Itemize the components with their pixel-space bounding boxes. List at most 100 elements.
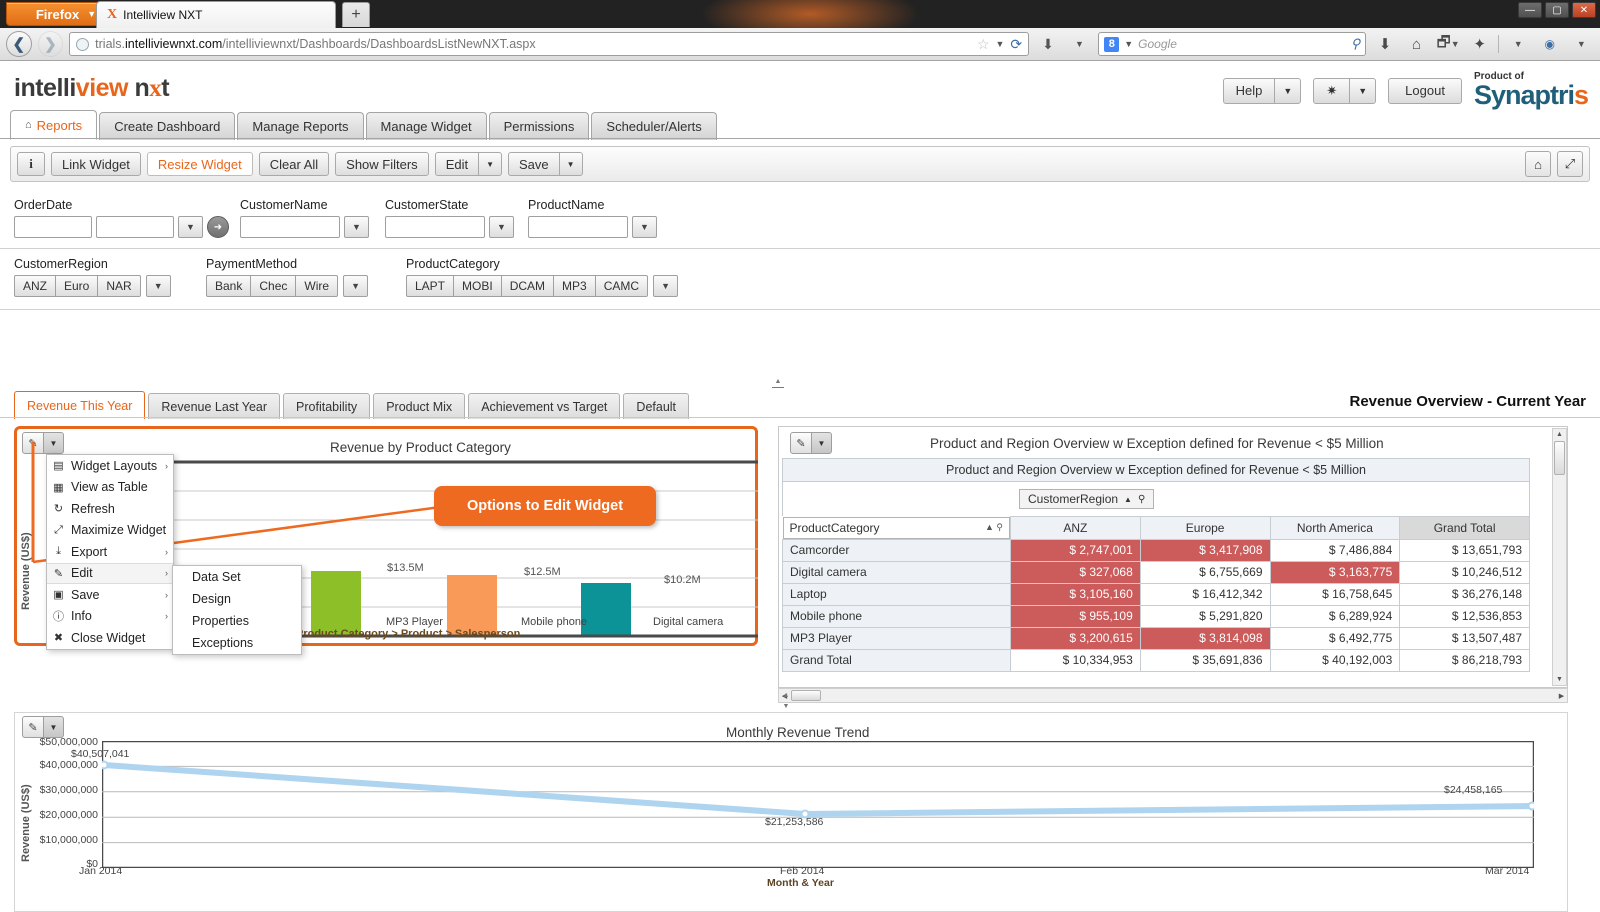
pivot-col-north-america[interactable]: North America	[1270, 517, 1400, 540]
window-maximize-button[interactable]: ▢	[1545, 2, 1569, 18]
category-dcam-button[interactable]: DCAM	[502, 275, 554, 297]
help-button[interactable]: Help	[1223, 78, 1275, 104]
browser-tab[interactable]: X Intelliview NXT	[96, 1, 336, 28]
orderdate-from-input[interactable]	[14, 216, 92, 238]
category-lapt-button[interactable]: LAPT	[406, 275, 454, 297]
filter-icon[interactable]: ⚲	[996, 522, 1003, 532]
submenu-item-exceptions[interactable]: Exceptions	[173, 632, 301, 654]
tab-permissions[interactable]: Permissions	[489, 112, 590, 140]
search-icon[interactable]: ⚲	[1351, 36, 1361, 52]
widget-a-menu-button[interactable]: ▼	[44, 432, 64, 454]
submenu-item-data-set[interactable]: Data Set	[173, 566, 301, 588]
dashboard-tab-default[interactable]: Default	[623, 393, 689, 419]
productname-input[interactable]	[528, 216, 628, 238]
payment-check-button[interactable]: Chec	[251, 275, 296, 297]
tab-reports[interactable]: ⌂ Reports	[10, 110, 97, 140]
chevron-down-icon[interactable]: ▼	[996, 39, 1005, 49]
pivot-column-field-chip[interactable]: CustomerRegion ▲ ⚲	[1019, 489, 1154, 509]
payment-bank-button[interactable]: Bank	[206, 275, 251, 297]
logout-button[interactable]: Logout	[1388, 78, 1462, 104]
help-dropdown-button[interactable]: ▼	[1274, 78, 1301, 104]
link-widget-button[interactable]: Link Widget	[51, 152, 141, 176]
pivot-vertical-scrollbar[interactable]: ▲ ▼	[1552, 428, 1567, 686]
bookmark-star-icon[interactable]: ☆	[977, 36, 990, 53]
tab-create-dashboard[interactable]: Create Dashboard	[99, 112, 235, 140]
new-tab-button[interactable]: +	[342, 2, 370, 27]
settings-button[interactable]: ✷	[1313, 78, 1349, 104]
dashboard-tab-revenue-this-year[interactable]: Revenue This Year	[14, 391, 145, 419]
scroll-up-arrow-icon[interactable]: ▲	[1553, 429, 1566, 440]
table-row[interactable]: Digital camera $ 327,068 $ 6,755,669 $ 3…	[783, 561, 1530, 583]
region-euro-button[interactable]: Euro	[56, 275, 98, 297]
table-row[interactable]: Laptop $ 3,105,160 $ 16,412,342 $ 16,758…	[783, 583, 1530, 605]
category-mobi-button[interactable]: MOBI	[454, 275, 502, 297]
category-camc-button[interactable]: CAMC	[596, 275, 648, 297]
region-nar-button[interactable]: NAR	[98, 275, 140, 297]
save-button[interactable]: Save	[508, 152, 559, 176]
payment-wire-button[interactable]: Wire	[296, 275, 338, 297]
addon-button[interactable]: ✦	[1467, 31, 1493, 57]
filter-icon[interactable]: ⚲	[1138, 494, 1145, 505]
widget-c-edit-button[interactable]: ✎	[22, 716, 44, 738]
menu-item-save[interactable]: ▣ Save ›	[47, 584, 173, 606]
menu-item-info[interactable]: ⓘ Info ›	[47, 606, 173, 628]
menu-item-widget-layouts[interactable]: ▤ Widget Layouts ›	[47, 455, 173, 477]
tab-manage-reports[interactable]: Manage Reports	[237, 112, 363, 140]
orderdate-dropdown[interactable]: ▼	[178, 216, 203, 238]
scroll-down-arrow-icon[interactable]: ▼	[1553, 674, 1566, 685]
pivot-col-grand-total[interactable]: Grand Total	[1400, 517, 1530, 540]
widget-a-edit-button[interactable]: ✎	[22, 432, 44, 454]
widget-c-menu-button[interactable]: ▼	[44, 716, 64, 738]
scroll-right-arrow-icon[interactable]: ▶	[1556, 689, 1567, 702]
paymentmethod-dropdown[interactable]: ▼	[343, 275, 368, 297]
submenu-item-properties[interactable]: Properties	[173, 610, 301, 632]
stop-script-icon[interactable]: ⬇	[1035, 31, 1061, 57]
reload-icon[interactable]: ⟳	[1010, 36, 1022, 53]
search-bar[interactable]: 8 ▼ Google ⚲	[1098, 32, 1366, 56]
settings-dropdown-button[interactable]: ▼	[1349, 78, 1376, 104]
customerstate-dropdown[interactable]: ▼	[489, 216, 514, 238]
orderdate-apply-button[interactable]: ➜	[207, 216, 229, 238]
customername-input[interactable]	[240, 216, 340, 238]
dashboard-tab-profitability[interactable]: Profitability	[283, 393, 370, 419]
home-button[interactable]: ⌂	[1404, 31, 1430, 57]
table-row[interactable]: MP3 Player $ 3,200,615 $ 3,814,098 $ 6,4…	[783, 627, 1530, 649]
orderdate-to-input[interactable]	[96, 216, 174, 238]
pivot-col-anz[interactable]: ANZ	[1011, 517, 1141, 540]
menu-item-view-as-table[interactable]: ▦ View as Table	[47, 477, 173, 499]
productcategory-dropdown[interactable]: ▼	[653, 275, 678, 297]
resize-widget-button[interactable]: Resize Widget	[147, 152, 253, 176]
menu-item-export[interactable]: ⤓ Export ›	[47, 541, 173, 563]
chevron-down-icon[interactable]: ▼	[1124, 39, 1133, 49]
edit-dropdown-button[interactable]: ▼	[478, 152, 502, 176]
menu-button[interactable]: ▼	[1569, 31, 1595, 57]
search-input[interactable]: Google	[1138, 37, 1177, 51]
pivot-horizontal-scrollbar[interactable]: ◀ ▶	[778, 688, 1568, 703]
table-row[interactable]: Mobile phone $ 955,109 $ 5,291,820 $ 6,2…	[783, 605, 1530, 627]
menu-item-maximize-widget[interactable]: ⤢ Maximize Widget	[47, 520, 173, 542]
sort-asc-icon[interactable]: ▲	[985, 522, 994, 532]
region-anz-button[interactable]: ANZ	[14, 275, 56, 297]
table-row-grand-total[interactable]: Grand Total $ 10,334,953 $ 35,691,836 $ …	[783, 649, 1530, 671]
menu-item-edit[interactable]: ✎ Edit ›	[47, 563, 173, 585]
menu-item-refresh[interactable]: ↻ Refresh	[47, 498, 173, 520]
downloads-button[interactable]: ⬇	[1372, 31, 1398, 57]
save-dropdown-button[interactable]: ▼	[559, 152, 583, 176]
clear-all-button[interactable]: Clear All	[259, 152, 329, 176]
tab-manage-widget[interactable]: Manage Widget	[366, 112, 487, 140]
dashboard-tab-revenue-last-year[interactable]: Revenue Last Year	[148, 393, 280, 419]
panel-b-splitter[interactable]: ▲ ▼	[766, 696, 806, 706]
customerstate-input[interactable]	[385, 216, 485, 238]
submenu-item-design[interactable]: Design	[173, 588, 301, 610]
widget-b-edit-button[interactable]: ✎	[790, 432, 812, 454]
dashboard-home-button[interactable]: ⌂	[1525, 151, 1551, 177]
toolbar-dropdown-1[interactable]: ▼	[1067, 31, 1093, 57]
table-row[interactable]: Camcorder $ 2,747,001 $ 3,417,908 $ 7,48…	[783, 539, 1530, 561]
info-button[interactable]: i	[17, 152, 45, 176]
customerregion-dropdown[interactable]: ▼	[146, 275, 171, 297]
fullscreen-button[interactable]: ⤢	[1557, 151, 1583, 177]
back-button[interactable]: ❮	[6, 31, 32, 57]
window-close-button[interactable]: ✕	[1572, 2, 1596, 18]
sort-asc-icon[interactable]: ▲	[1124, 495, 1132, 504]
productname-dropdown[interactable]: ▼	[632, 216, 657, 238]
